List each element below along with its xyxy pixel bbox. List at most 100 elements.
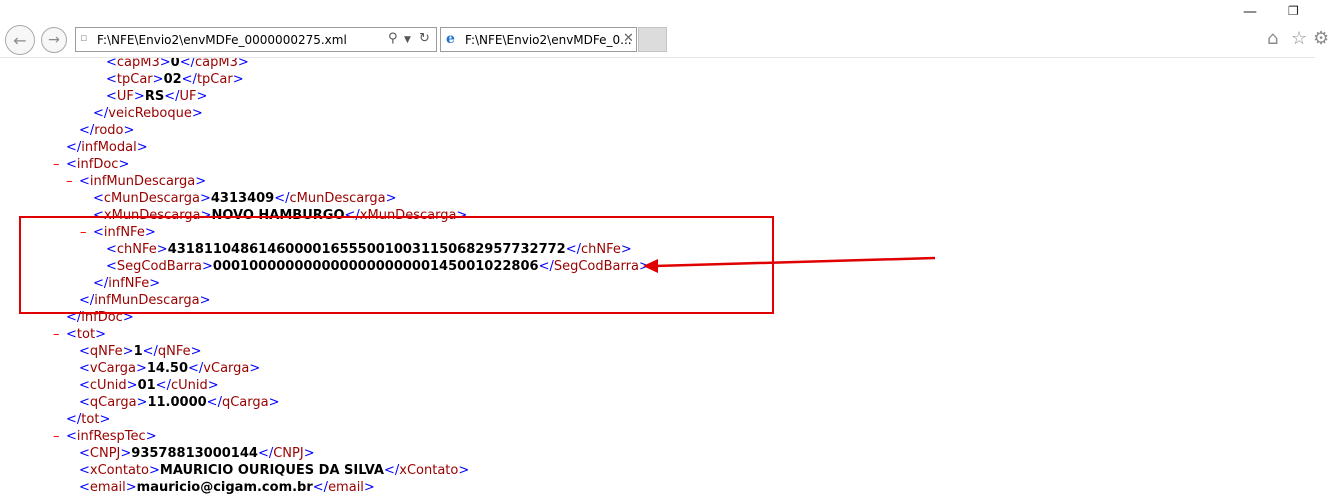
collapse-toggle[interactable]: – xyxy=(66,173,73,190)
new-tab-button[interactable] xyxy=(638,27,667,52)
bracket: < xyxy=(66,429,77,444)
tag-value: 01 xyxy=(137,378,156,393)
vertical-scrollbar[interactable] xyxy=(1315,57,1329,495)
tag-value: 02 xyxy=(163,72,182,87)
xml-node: <tpCar>02</tpCar> xyxy=(106,71,244,88)
tag-name: capM3 xyxy=(195,57,238,70)
collapse-toggle[interactable]: – xyxy=(53,428,60,445)
bracket: < xyxy=(79,174,90,189)
page-icon: ▫ xyxy=(80,31,88,44)
bracket: < xyxy=(66,327,77,342)
bracket: > xyxy=(120,446,132,461)
bracket: </ xyxy=(66,140,82,155)
xml-node: <qCarga>11.0000</qCarga> xyxy=(79,394,280,411)
xml-node: <infRespTec> xyxy=(66,428,157,445)
forward-button[interactable]: → xyxy=(41,27,67,53)
bracket: > xyxy=(199,191,211,206)
bracket: </ xyxy=(181,72,197,87)
bracket: > xyxy=(207,378,219,393)
tag-value: 11.0000 xyxy=(147,395,207,410)
bracket: > xyxy=(159,57,171,70)
gear-icon[interactable]: ⚙ xyxy=(1313,28,1329,49)
bracket: > xyxy=(99,412,111,427)
star-icon[interactable]: ☆ xyxy=(1291,28,1307,49)
bracket: > xyxy=(458,463,470,478)
bracket: < xyxy=(79,378,90,393)
address-text[interactable]: F:\NFE\Envio2\envMDFe_0000000275.xml xyxy=(97,33,347,47)
home-icon[interactable]: ⌂ xyxy=(1267,28,1278,49)
bracket: < xyxy=(106,89,117,104)
bracket: < xyxy=(106,57,117,70)
bracket: </ xyxy=(206,395,222,410)
search-icon[interactable]: ⚲ xyxy=(388,31,398,46)
bracket: > xyxy=(249,361,261,376)
tag-name: qNFe xyxy=(157,344,191,359)
tag-name: tpCar xyxy=(196,72,233,87)
tag-value: 93578813000144 xyxy=(131,446,258,461)
tag-name: UF xyxy=(116,89,134,104)
restore-icon[interactable]: ❐ xyxy=(1288,4,1299,18)
bracket: > xyxy=(363,480,375,495)
tag-name: email xyxy=(89,480,126,495)
bracket: </ xyxy=(79,123,95,138)
bracket: > xyxy=(95,327,106,342)
bracket: </ xyxy=(257,446,274,461)
bracket: > xyxy=(136,395,148,410)
tag-name: xContato xyxy=(89,463,149,478)
xml-viewer: <capM3>0</capM3> <tpCar>02</tpCar> <UF>RS<… xyxy=(0,57,1329,496)
tag-name: infMunDescarga xyxy=(89,174,196,189)
bracket: > xyxy=(303,446,315,461)
refresh-icon[interactable]: ↻ xyxy=(419,31,430,46)
tag-name: cUnid xyxy=(170,378,208,393)
xml-node: <infMunDescarga> xyxy=(79,173,206,190)
bracket: > xyxy=(122,344,134,359)
back-button[interactable]: ← xyxy=(5,25,35,55)
close-icon[interactable]: ✕ xyxy=(623,31,634,46)
tag-name: UF xyxy=(179,89,197,104)
tag-name: xContato xyxy=(399,463,459,478)
bracket: > xyxy=(148,463,160,478)
xml-node: <capM3>0</capM3> xyxy=(106,57,249,71)
bracket: > xyxy=(196,89,208,104)
xml-node: <qNFe>1</qNFe> xyxy=(79,343,202,360)
bracket: < xyxy=(106,72,117,87)
xml-node: <cUnid>01</cUnid> xyxy=(79,377,219,394)
chevron-down-icon[interactable]: ▼ xyxy=(404,35,411,45)
bracket: > xyxy=(123,123,135,138)
tag-value: MAURICIO OURIQUES DA SILVA xyxy=(159,463,384,478)
bracket: > xyxy=(232,72,244,87)
tag-name: cMunDescarga xyxy=(103,191,200,206)
address-bar[interactable]: ▫ F:\NFE\Envio2\envMDFe_0000000275.xml ⚲… xyxy=(75,27,437,52)
bracket: </ xyxy=(66,412,82,427)
xml-node: <UF>RS</UF> xyxy=(106,88,207,105)
tag-name: veicReboque xyxy=(108,106,192,121)
tag-name: cUnid xyxy=(89,378,127,393)
bracket: < xyxy=(93,191,104,206)
bracket: < xyxy=(79,480,90,495)
tag-name: tot xyxy=(76,327,96,342)
bracket: > xyxy=(385,191,397,206)
bracket: > xyxy=(190,344,202,359)
bracket: > xyxy=(191,106,203,121)
bracket: </ xyxy=(164,89,180,104)
bracket: > xyxy=(268,395,280,410)
back-arrow-icon: ← xyxy=(13,30,27,50)
bracket: > xyxy=(145,429,157,444)
tag-name: CNPJ xyxy=(89,446,121,461)
bracket: </ xyxy=(188,361,204,376)
xml-node: <xContato>MAURICIO OURIQUES DA SILVA</xC… xyxy=(79,462,469,479)
bracket: </ xyxy=(93,106,109,121)
tab-xml-document[interactable]: e F:\NFE\Envio2\envMDFe_0... ✕ xyxy=(440,27,637,52)
tag-value: 4313409 xyxy=(210,191,275,206)
bracket: </ xyxy=(384,463,400,478)
ie-logo-icon: e xyxy=(446,31,455,47)
collapse-toggle[interactable]: – xyxy=(53,326,60,343)
bracket: </ xyxy=(155,378,171,393)
xml-node: </infModal> xyxy=(66,139,148,156)
tab-title: F:\NFE\Envio2\envMDFe_0... xyxy=(465,33,632,47)
bracket: < xyxy=(66,157,77,172)
collapse-toggle[interactable]: – xyxy=(53,156,60,173)
minimize-icon[interactable]: — xyxy=(1243,4,1257,20)
bracket: > xyxy=(136,140,148,155)
tag-name: qCarga xyxy=(89,395,137,410)
